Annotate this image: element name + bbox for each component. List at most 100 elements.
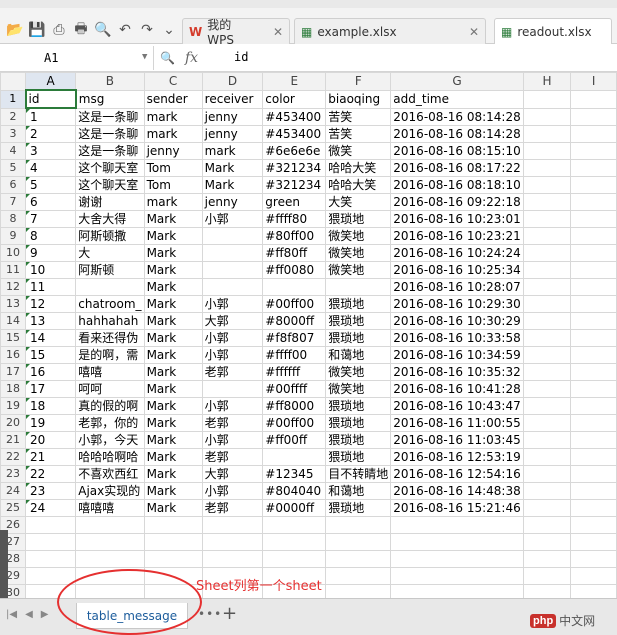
cell[interactable]: 微笑地 <box>325 363 392 381</box>
row-header[interactable]: 11 <box>0 261 27 279</box>
cell[interactable]: 小郭 <box>201 482 264 500</box>
cell[interactable] <box>522 397 572 415</box>
cell[interactable]: 大笑 <box>325 193 392 211</box>
cell[interactable]: #453400 <box>262 107 327 126</box>
cell[interactable] <box>75 533 145 551</box>
cell[interactable]: 猥琐地 <box>325 431 392 449</box>
cell[interactable] <box>522 89 572 109</box>
cell[interactable]: 哈哈大笑 <box>325 176 392 194</box>
first-sheet-icon[interactable]: |◀ <box>6 609 17 620</box>
cell[interactable] <box>522 448 572 466</box>
cell[interactable]: 2016-08-16 10:35:32 <box>390 363 524 381</box>
cell[interactable]: 老郭 <box>201 414 264 432</box>
cell[interactable] <box>75 516 145 534</box>
cell[interactable] <box>570 329 617 347</box>
cell[interactable]: 微笑地 <box>325 261 392 279</box>
cell[interactable]: 真的假的啊 <box>75 397 145 415</box>
cell[interactable]: 2016-08-16 12:54:16 <box>390 465 524 483</box>
cell[interactable] <box>570 448 617 466</box>
cell[interactable]: #321234 <box>262 159 327 177</box>
cell[interactable] <box>522 516 572 534</box>
cell[interactable] <box>522 261 572 279</box>
cell[interactable]: Mark <box>143 210 203 228</box>
cell[interactable]: 哈哈哈啊哈 <box>75 448 145 466</box>
cell[interactable]: 大舍大得 <box>75 210 145 228</box>
spreadsheet-grid[interactable]: ABCDEFGHI 1 id msg sender receiver color biaoq… <box>0 72 617 598</box>
cell[interactable] <box>262 533 327 551</box>
cell[interactable]: add_time <box>390 89 524 109</box>
cell[interactable] <box>25 516 77 534</box>
cell[interactable] <box>570 295 617 313</box>
cell[interactable]: sender <box>143 89 203 109</box>
cell[interactable] <box>522 278 572 296</box>
column-header-b[interactable]: B <box>75 72 145 91</box>
cell[interactable] <box>522 125 572 143</box>
cell[interactable] <box>570 193 617 211</box>
cell[interactable]: 微笑地 <box>325 244 392 262</box>
column-header-g[interactable]: G <box>390 72 524 91</box>
cell[interactable] <box>25 567 77 585</box>
cell[interactable] <box>390 516 524 534</box>
cell[interactable]: 小郭 <box>201 346 264 364</box>
row-header[interactable]: 10 <box>0 244 27 262</box>
cell[interactable]: hahhahah <box>75 312 145 330</box>
print-preview-icon[interactable]: 🔍 <box>94 21 112 39</box>
cell[interactable]: 阿斯顿 <box>75 261 145 279</box>
cell[interactable]: 2016-08-16 12:53:19 <box>390 448 524 466</box>
cell[interactable]: Mark <box>143 261 203 279</box>
cell[interactable]: #00ff00 <box>262 414 327 432</box>
cell[interactable]: Mark <box>143 448 203 466</box>
cell[interactable]: #f8f807 <box>262 329 327 347</box>
cell[interactable]: 大郭 <box>201 312 264 330</box>
row-header[interactable]: 17 <box>0 363 27 381</box>
cell[interactable]: 24 <box>25 499 77 517</box>
cell[interactable] <box>570 107 617 126</box>
cell[interactable]: #80ff00 <box>262 227 327 245</box>
cell[interactable]: Mark <box>143 431 203 449</box>
cell[interactable]: 9 <box>25 244 77 262</box>
cell[interactable]: 23 <box>25 482 77 500</box>
cell[interactable] <box>262 278 327 296</box>
open-folder-icon[interactable]: 📂 <box>6 21 24 39</box>
cell[interactable]: 苦笑 <box>325 125 392 143</box>
cell[interactable]: #ffff00 <box>262 346 327 364</box>
cell[interactable] <box>570 482 617 500</box>
cell[interactable]: Mark <box>143 346 203 364</box>
cell[interactable]: 老郭，你的 <box>75 414 145 432</box>
cell[interactable]: 这个聊天室 <box>75 159 145 177</box>
column-header-h[interactable]: H <box>522 72 572 91</box>
cell[interactable]: 2016-08-16 10:33:58 <box>390 329 524 347</box>
cell[interactable]: biaoqing <box>325 89 392 109</box>
cell[interactable]: 2016-08-16 10:25:34 <box>390 261 524 279</box>
prev-sheet-icon[interactable]: ◀ <box>25 609 33 620</box>
tab-my-wps[interactable]: W 我的WPS ✕ <box>182 18 290 47</box>
cell[interactable]: 2016-08-16 10:28:07 <box>390 278 524 296</box>
cell[interactable] <box>25 550 77 568</box>
cell[interactable]: #804040 <box>262 482 327 500</box>
cell[interactable]: 这是一条聊 <box>75 125 145 143</box>
add-sheet-button[interactable]: + <box>222 603 237 624</box>
cell[interactable]: 小郭 <box>201 397 264 415</box>
cell[interactable] <box>390 584 524 598</box>
chevron-down-icon[interactable]: ▼ <box>142 52 147 62</box>
close-icon[interactable]: ✕ <box>469 25 479 39</box>
cell[interactable] <box>522 363 572 381</box>
cell[interactable]: 2016-08-16 10:43:47 <box>390 397 524 415</box>
cell[interactable]: 17 <box>25 380 77 398</box>
cell[interactable] <box>325 567 392 585</box>
row-header[interactable]: 5 <box>0 159 27 177</box>
cell[interactable]: color <box>262 89 327 109</box>
function-icon[interactable]: fx <box>185 50 198 66</box>
cell[interactable]: 11 <box>25 278 77 296</box>
cell[interactable] <box>522 329 572 347</box>
cell[interactable]: 猥琐地 <box>325 312 392 330</box>
cell[interactable]: #ff00ff <box>262 431 327 449</box>
cell[interactable]: 小郭 <box>201 431 264 449</box>
cell[interactable] <box>522 159 572 177</box>
cell[interactable] <box>522 465 572 483</box>
cell[interactable]: 12 <box>25 295 77 313</box>
cell[interactable]: #ff0080 <box>262 261 327 279</box>
cell[interactable] <box>262 550 327 568</box>
cell[interactable] <box>201 533 264 551</box>
cell[interactable] <box>143 516 203 534</box>
